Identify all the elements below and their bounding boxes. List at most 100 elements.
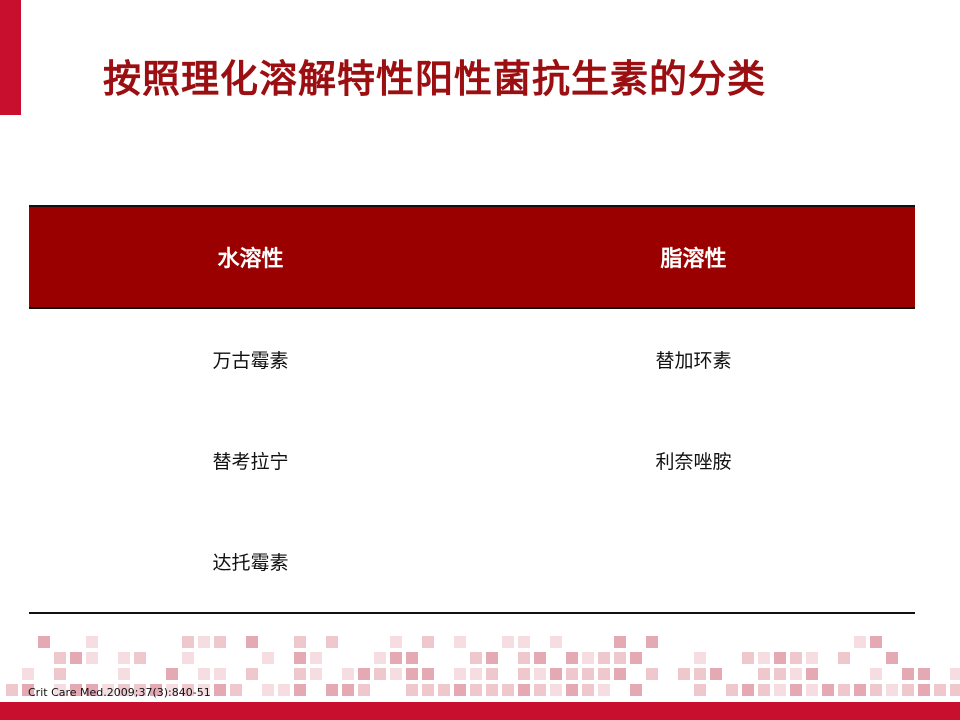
decor-square: [790, 684, 802, 696]
decor-square: [582, 652, 594, 664]
decor-square: [758, 652, 770, 664]
decor-square: [262, 652, 274, 664]
decor-square: [630, 684, 642, 696]
decor-square: [486, 652, 498, 664]
decor-square: [438, 684, 450, 696]
table-row: 达托霉素: [29, 511, 915, 612]
decor-square: [390, 636, 402, 648]
decor-square: [422, 668, 434, 680]
decor-square: [790, 652, 802, 664]
decor-square: [198, 636, 210, 648]
header-water-soluble: 水溶性: [217, 247, 284, 272]
decor-square: [214, 668, 226, 680]
decor-square: [406, 684, 418, 696]
decor-square: [54, 652, 66, 664]
decor-square: [86, 652, 98, 664]
decor-square: [70, 652, 82, 664]
decor-square: [518, 668, 530, 680]
header-fat-soluble: 脂溶性: [660, 247, 727, 272]
decor-square: [694, 668, 706, 680]
decor-square: [774, 652, 786, 664]
citation-text: Crit Care Med.2009;37(3):840-51: [28, 686, 211, 699]
decor-square: [534, 684, 546, 696]
table-cell: 替考拉宁: [212, 451, 289, 473]
decor-square: [614, 652, 626, 664]
decor-square: [742, 684, 754, 696]
decor-square: [390, 668, 402, 680]
decor-square: [646, 636, 658, 648]
decor-square: [310, 652, 322, 664]
decor-square: [758, 684, 770, 696]
decor-square: [198, 668, 210, 680]
decor-square: [918, 668, 930, 680]
decor-square: [806, 652, 818, 664]
decor-square: [902, 668, 914, 680]
decor-square: [118, 652, 130, 664]
decor-square: [902, 684, 914, 696]
decor-square: [870, 684, 882, 696]
decor-square: [934, 684, 946, 696]
decor-square: [550, 684, 562, 696]
decor-square: [454, 684, 466, 696]
table-cell: 达托霉素: [212, 552, 289, 574]
decor-square: [502, 636, 514, 648]
decor-square: [790, 668, 802, 680]
decor-square: [134, 652, 146, 664]
decor-square: [774, 684, 786, 696]
decor-square: [486, 684, 498, 696]
decor-square: [326, 636, 338, 648]
decor-square: [406, 668, 418, 680]
decor-square: [822, 684, 834, 696]
decor-square: [6, 684, 18, 696]
decor-square: [166, 668, 178, 680]
decor-square: [806, 684, 818, 696]
bottom-accent-bar: [0, 702, 960, 720]
decor-square: [214, 636, 226, 648]
decor-square: [182, 636, 194, 648]
decor-square: [358, 684, 370, 696]
decor-square: [326, 684, 338, 696]
decor-square: [374, 668, 386, 680]
classification-table: 水溶性 脂溶性 万古霉素 替加环素 替考拉宁 利奈唑胺 达托霉素: [29, 205, 915, 614]
decor-square: [694, 652, 706, 664]
decor-square: [294, 636, 306, 648]
decor-square: [342, 684, 354, 696]
decor-square: [614, 636, 626, 648]
decor-square: [838, 652, 850, 664]
decor-square: [854, 636, 866, 648]
decor-square: [774, 668, 786, 680]
decor-square: [422, 684, 434, 696]
decor-square: [534, 668, 546, 680]
decor-square: [278, 684, 290, 696]
decor-square: [806, 668, 818, 680]
decor-square: [726, 684, 738, 696]
decor-square: [678, 668, 690, 680]
decor-square: [598, 652, 610, 664]
decor-square: [614, 668, 626, 680]
decor-square: [566, 684, 578, 696]
decor-square: [582, 684, 594, 696]
decor-square: [294, 652, 306, 664]
decor-square: [758, 668, 770, 680]
decor-square: [262, 684, 274, 696]
decor-square: [518, 652, 530, 664]
decor-square: [566, 652, 578, 664]
decor-square: [470, 668, 482, 680]
corner-accent-bar: [0, 0, 21, 115]
decor-square: [918, 684, 930, 696]
decor-square: [54, 668, 66, 680]
decor-square: [470, 652, 482, 664]
decor-square: [246, 636, 258, 648]
decor-square: [86, 636, 98, 648]
decor-square: [598, 668, 610, 680]
decor-square: [118, 668, 130, 680]
decor-square: [838, 684, 850, 696]
decor-square: [950, 684, 960, 696]
slide-title: 按照理化溶解特性阳性菌抗生素的分类: [103, 57, 767, 101]
table-cell: 替加环素: [655, 350, 732, 372]
decor-square: [534, 652, 546, 664]
table-row: 替考拉宁 利奈唑胺: [29, 410, 915, 511]
decor-square: [854, 684, 866, 696]
decor-square: [518, 636, 530, 648]
decor-square: [950, 668, 960, 680]
